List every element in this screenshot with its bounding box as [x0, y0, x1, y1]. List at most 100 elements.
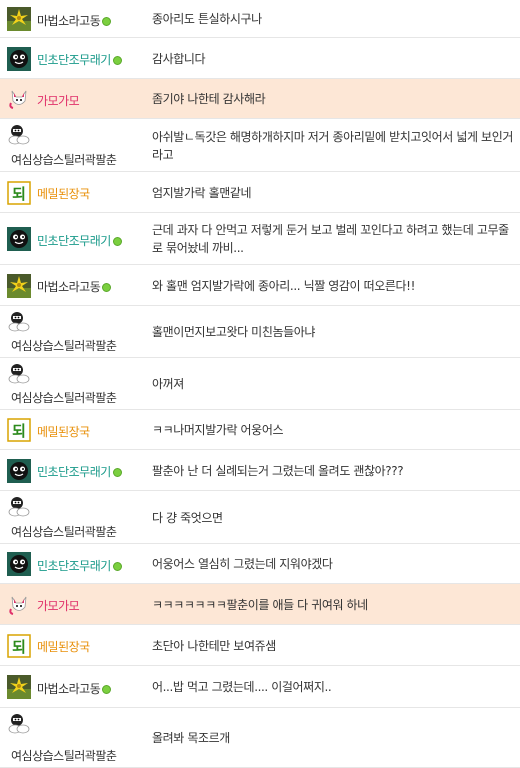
comment-row: 되 메밀된장국 엄지발가락 홀맨같네 — [0, 172, 520, 213]
comment-list: 마법소라고동 종아리도 튼실하시구나민초단조무래기 감사합니다가모가모 좀기야 나한테… — [0, 0, 520, 768]
username-link[interactable]: 마법소라고동 — [37, 278, 112, 295]
comment-text: 올려봐 목조르개 — [152, 731, 230, 745]
comment-text: 종아리도 튼실하시구나 — [152, 12, 262, 26]
comment-row: 마법소라고동 와 홀맨 엄지발가락에 종아리... 닉짤 영감이 떠오른다!! — [0, 265, 520, 306]
comment-user[interactable]: 되 메밀된장국 — [7, 410, 142, 449]
comment-text: 엄지발가락 홀맨같네 — [152, 186, 252, 200]
comment-row: 되 메밀된장국 초단아 나한테만 보여쥬샘 — [0, 625, 520, 666]
username-text: 메밀된장국 — [37, 425, 90, 439]
fox-avatar-icon[interactable] — [7, 593, 31, 617]
username-link[interactable]: 민초단조무래기 — [37, 557, 122, 574]
fox-avatar-icon[interactable] — [7, 87, 31, 111]
comment-row: 여심상습스틸러곽팔춘 올려봐 목조르개 — [0, 708, 520, 768]
comment-text: ㅋㅋㅋㅋㅋㅋㅋ팔춘이를 애들 다 귀여워 하네 — [152, 598, 368, 612]
comment-user[interactable]: 민초단조무래기 — [7, 544, 142, 583]
comment-row: 여심상습스틸러곽팔춘 다 걍 죽엇으면 — [0, 491, 520, 544]
comment-text: 아쉬발ㄴ독갓은 해명하개하지마 저거 종아리밑에 받치고잇어서 넓게 보인거라고 — [152, 130, 513, 162]
comment-row: 되 메밀된장국 ㅋㅋ나머지발가락 어웅어스 — [0, 410, 520, 450]
mint-ball-avatar-icon[interactable] — [7, 227, 31, 251]
comment-row: 민초단조무래기 팔춘아 난 더 실례되는거 그렸는데 올려도 괜찮아??? — [0, 450, 520, 491]
username-text: 마법소라고동 — [37, 682, 101, 696]
comment-user[interactable]: 민초단조무래기 — [7, 213, 142, 264]
comment-text: 초단아 나한테만 보여쥬샘 — [152, 639, 276, 653]
online-status-icon — [102, 17, 112, 26]
username-text: 민초단조무래기 — [37, 465, 111, 479]
comment-row: 민초단조무래기 근데 과자 다 안먹고 저렇게 둔거 보고 벌레 꼬인다고 하려고… — [0, 213, 520, 265]
comment-user[interactable]: 가모가모 — [7, 79, 142, 118]
ninja-avatar-icon[interactable] — [7, 361, 31, 385]
svg-text:되: 되 — [12, 638, 26, 656]
username-link[interactable]: 가모가모 — [37, 597, 80, 614]
username-link[interactable]: 여심상습스틸러곽팔춘 — [11, 389, 117, 406]
ninja-avatar-icon[interactable] — [7, 711, 31, 735]
doenjang-avatar-icon[interactable]: 되 — [7, 181, 31, 205]
comment-text: 팔춘아 난 더 실례되는거 그렸는데 올려도 괜찮아??? — [152, 464, 404, 478]
comment-user[interactable]: 여심상습스틸러곽팔춘 — [7, 358, 142, 409]
username-link[interactable]: 가모가모 — [37, 92, 80, 109]
comment-row: 가모가모 좀기야 나한테 감사해라 — [0, 79, 520, 119]
username-text: 여심상습스틸러곽팔춘 — [11, 749, 117, 763]
comment-text: 어웅어스 열심히 그렸는데 지워야겠다 — [152, 557, 333, 571]
comment-text: 홀맨이먼지보고왓다 미친놈들아냐 — [152, 325, 316, 339]
comment-user[interactable]: 민초단조무래기 — [7, 450, 142, 490]
username-link[interactable]: 메밀된장국 — [37, 423, 90, 440]
comment-user[interactable]: 민초단조무래기 — [7, 38, 142, 78]
comment-text: 어...밥 먹고 그렸는데.... 이걸어쩌지.. — [152, 680, 332, 694]
online-status-icon — [112, 237, 122, 246]
username-link[interactable]: 마법소라고동 — [37, 680, 112, 697]
username-link[interactable]: 메밀된장국 — [37, 185, 90, 202]
username-link[interactable]: 여심상습스틸러곽팔춘 — [11, 337, 117, 354]
flower-avatar-icon[interactable] — [7, 7, 31, 31]
username-text: 여심상습스틸러곽팔춘 — [11, 391, 117, 405]
username-link[interactable]: 민초단조무래기 — [37, 232, 122, 249]
comment-user[interactable]: 여심상습스틸러곽팔춘 — [7, 708, 142, 767]
username-link[interactable]: 여심상습스틸러곽팔춘 — [11, 151, 117, 168]
comment-row: 마법소라고동 어...밥 먹고 그렸는데.... 이걸어쩌지.. — [0, 666, 520, 708]
username-text: 가모가모 — [37, 599, 80, 613]
username-text: 가모가모 — [37, 94, 80, 108]
comment-text: 근데 과자 다 안먹고 저렇게 둔거 보고 벌레 꼬인다고 하려고 했는데 고무… — [152, 223, 509, 255]
username-text: 여심상습스틸러곽팔춘 — [11, 339, 117, 353]
doenjang-avatar-icon[interactable]: 되 — [7, 418, 31, 442]
comment-user[interactable]: 마법소라고동 — [7, 265, 142, 305]
mint-ball-avatar-icon[interactable] — [7, 47, 31, 71]
comment-user[interactable]: 가모가모 — [7, 584, 142, 624]
comment-row: 민초단조무래기 감사합니다 — [0, 38, 520, 79]
username-link[interactable]: 여심상습스틸러곽팔춘 — [11, 747, 117, 764]
username-link[interactable]: 마법소라고동 — [37, 12, 112, 29]
comment-text: 감사합니다 — [152, 52, 206, 66]
username-link[interactable]: 메밀된장국 — [37, 638, 90, 655]
comment-row: 여심상습스틸러곽팔춘 아꺼져 — [0, 358, 520, 410]
comment-text: 다 걍 죽엇으면 — [152, 511, 223, 525]
comment-row: 마법소라고동 종아리도 튼실하시구나 — [0, 0, 520, 38]
comment-user[interactable]: 여심상습스틸러곽팔춘 — [7, 119, 142, 171]
username-text: 마법소라고동 — [37, 280, 101, 294]
flower-avatar-icon[interactable] — [7, 274, 31, 298]
ninja-avatar-icon[interactable] — [7, 122, 31, 146]
comment-row: 여심상습스틸러곽팔춘 아쉬발ㄴ독갓은 해명하개하지마 저거 종아리밑에 받치고잇어… — [0, 119, 520, 172]
comment-user[interactable]: 마법소라고동 — [7, 666, 142, 707]
online-status-icon — [102, 685, 112, 694]
username-text: 민초단조무래기 — [37, 559, 111, 573]
comment-text: 아꺼져 — [152, 377, 184, 391]
comment-user[interactable]: 여심상습스틸러곽팔춘 — [7, 306, 142, 357]
username-link[interactable]: 여심상습스틸러곽팔춘 — [11, 523, 117, 540]
username-link[interactable]: 민초단조무래기 — [37, 463, 122, 480]
username-text: 메밀된장국 — [37, 187, 90, 201]
ninja-avatar-icon[interactable] — [7, 494, 31, 518]
doenjang-avatar-icon[interactable]: 되 — [7, 634, 31, 658]
mint-ball-avatar-icon[interactable] — [7, 459, 31, 483]
comment-user[interactable]: 되 메밀된장국 — [7, 625, 142, 665]
online-status-icon — [112, 562, 122, 571]
comment-row: 민초단조무래기 어웅어스 열심히 그렸는데 지워야겠다 — [0, 544, 520, 584]
mint-ball-avatar-icon[interactable] — [7, 552, 31, 576]
ninja-avatar-icon[interactable] — [7, 309, 31, 333]
comment-user[interactable]: 마법소라고동 — [7, 0, 142, 37]
flower-avatar-icon[interactable] — [7, 675, 31, 699]
username-text: 민초단조무래기 — [37, 53, 111, 67]
comment-user[interactable]: 되 메밀된장국 — [7, 172, 142, 212]
online-status-icon — [102, 283, 112, 292]
username-text: 민초단조무래기 — [37, 234, 111, 248]
username-link[interactable]: 민초단조무래기 — [37, 51, 122, 68]
comment-user[interactable]: 여심상습스틸러곽팔춘 — [7, 491, 142, 543]
